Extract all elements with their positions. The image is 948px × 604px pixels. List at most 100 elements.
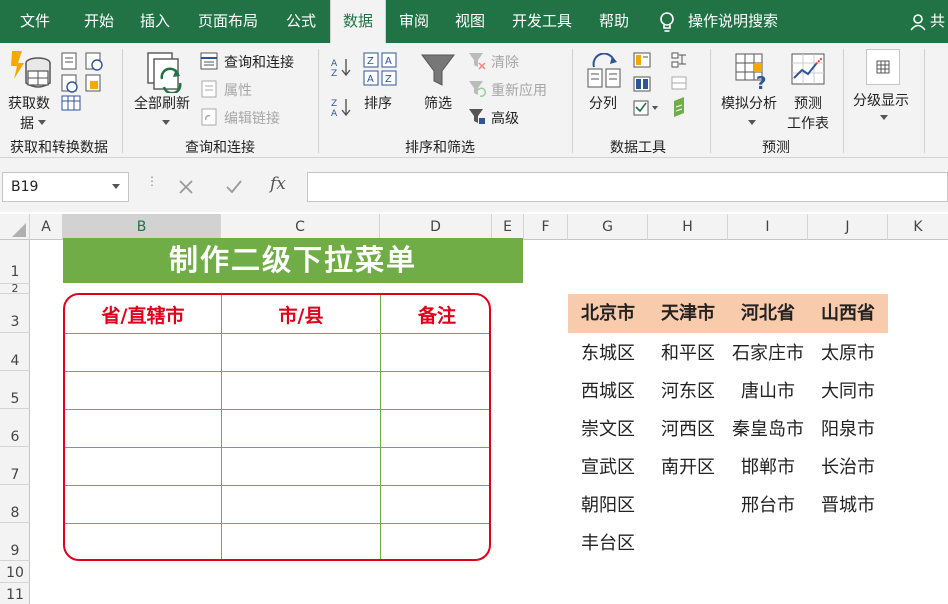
select-all-corner[interactable] [0,214,30,240]
get-data-label-2[interactable]: 据 [20,113,34,133]
refresh-all-icon [147,52,182,93]
lookup-cell[interactable]: 河西区 [648,411,728,449]
formula-bar-area: B19 ⋮ fx [0,158,948,212]
edit-links-button[interactable]: 编辑链接 [224,108,280,128]
clear-button[interactable]: 清除 [491,52,519,72]
row-header-5[interactable]: 5 [0,371,30,409]
lookup-cell[interactable]: 唐山市 [728,373,808,411]
lookup-header-shanxi[interactable]: 山西省 [808,294,888,333]
forecast-sheet-button-l1[interactable]: 预测 [794,93,822,113]
enter-icon[interactable] [225,179,243,195]
tab-page-layout[interactable]: 页面布局 [198,0,258,43]
tab-view[interactable]: 视图 [455,0,485,43]
advanced-button[interactable]: 高级 [491,108,519,128]
column-header-k[interactable]: K [888,214,948,240]
column-header-j[interactable]: J [808,214,888,240]
row-header-10[interactable]: 10 [0,561,30,583]
tab-formulas[interactable]: 公式 [286,0,316,43]
row-header-4[interactable]: 4 [0,333,30,371]
chevron-down-icon [38,120,46,125]
formula-input[interactable] [307,172,948,202]
column-header-i[interactable]: I [728,214,808,240]
column-header-g[interactable]: G [568,214,648,240]
lookup-cell[interactable]: 丰台区 [568,525,648,563]
column-header-d[interactable]: D [380,214,492,240]
tab-developer[interactable]: 开发工具 [512,0,572,43]
lookup-cell[interactable]: 太原市 [808,335,888,373]
lookup-cell[interactable]: 朝阳区 [568,487,648,525]
tab-help[interactable]: 帮助 [599,0,629,43]
filter-button[interactable]: 筛选 [424,93,452,113]
name-box[interactable]: B19 [2,172,129,202]
row-header-2[interactable]: 2 [0,283,30,294]
lookup-cell[interactable]: 崇文区 [568,411,648,449]
cancel-icon[interactable] [178,179,194,195]
lookup-cell[interactable]: 河东区 [648,373,728,411]
refresh-all-button[interactable]: 全部刷新 [134,93,190,113]
lookup-cell[interactable]: 邯郸市 [728,449,808,487]
lookup-cell[interactable]: 石家庄市 [728,335,808,373]
column-header-c[interactable]: C [221,214,380,240]
lookup-cell[interactable]: 邢台市 [728,487,808,525]
header-province[interactable]: 省/直辖市 [65,295,221,334]
group-get-transform: 获取和转换数据 [10,140,108,156]
forecast-sheet-button-l2[interactable]: 工作表 [787,113,829,133]
share-button[interactable]: 共 [930,0,945,43]
sheet-title-cell[interactable]: 制作二级下拉菜单 [63,238,523,283]
column-header-e[interactable]: E [492,214,524,240]
name-box-dropdown-icon[interactable] [112,184,120,190]
sort-icon: Z A A Z [363,52,397,86]
row-header-6[interactable]: 6 [0,409,30,447]
row-header-1[interactable]: 1 [0,240,30,284]
column-header-h[interactable]: H [648,214,728,240]
properties-button[interactable]: 属性 [224,80,252,100]
group-sort-filter: 排序和筛选 [405,140,475,156]
what-if-analysis-button[interactable]: 模拟分析 [721,93,777,113]
column-header-a[interactable]: A [30,214,63,240]
insert-function-icon[interactable]: fx [270,174,286,194]
get-data-label-1[interactable]: 获取数 [8,93,50,113]
row-header-11[interactable]: 11 [0,583,30,604]
lookup-header-hebei[interactable]: 河北省 [728,294,808,333]
lookup-cell[interactable]: 晋城市 [808,487,888,525]
tab-file[interactable]: 文件 [20,0,50,43]
tab-insert[interactable]: 插入 [140,0,170,43]
svg-text:Z: Z [385,74,392,85]
header-city[interactable]: 市/县 [222,295,380,334]
tab-review[interactable]: 审阅 [399,0,429,43]
column-header-f[interactable]: F [524,214,568,240]
row-header-9[interactable]: 9 [0,523,30,561]
svg-text:Z: Z [367,56,374,67]
column-header-b[interactable]: B [63,214,221,240]
lookup-cell[interactable]: 宣武区 [568,449,648,487]
row-header-7[interactable]: 7 [0,447,30,485]
row-header-3[interactable]: 3 [0,294,30,333]
lookup-cell[interactable]: 南开区 [648,449,728,487]
outline-button[interactable]: 分级显示 [853,90,909,110]
row-header-8[interactable]: 8 [0,485,30,523]
text-to-columns-button[interactable]: 分列 [589,93,617,113]
lookup-cell[interactable]: 长治市 [808,449,888,487]
lookup-cell[interactable]: 东城区 [568,335,648,373]
data-source-icons[interactable] [60,51,108,111]
reapply-button[interactable]: 重新应用 [491,80,547,100]
sort-z-a-icon[interactable]: ZA [330,97,352,117]
lookup-header-tianjin[interactable]: 天津市 [648,294,728,333]
header-notes[interactable]: 备注 [381,295,489,334]
tell-me-search[interactable]: 操作说明搜索 [688,0,778,43]
lookup-header-beijing[interactable]: 北京市 [568,294,648,333]
properties-icon [201,80,217,98]
queries-connections-button[interactable]: 查询和连接 [224,52,294,72]
tab-home[interactable]: 开始 [84,0,114,43]
lookup-cell[interactable]: 西城区 [568,373,648,411]
lookup-cell[interactable]: 大同市 [808,373,888,411]
lookup-cell[interactable]: 秦皇岛市 [728,411,808,449]
sort-button[interactable]: 排序 [364,93,392,113]
tab-data[interactable]: 数据 [330,0,386,43]
splitter-icon[interactable]: ⋮ [146,175,158,196]
data-tools-icons[interactable] [632,51,704,127]
sort-a-z-icon[interactable]: AZ [330,57,352,77]
ribbon-separator [122,49,123,153]
lookup-cell[interactable]: 阳泉市 [808,411,888,449]
lookup-cell[interactable]: 和平区 [648,335,728,373]
